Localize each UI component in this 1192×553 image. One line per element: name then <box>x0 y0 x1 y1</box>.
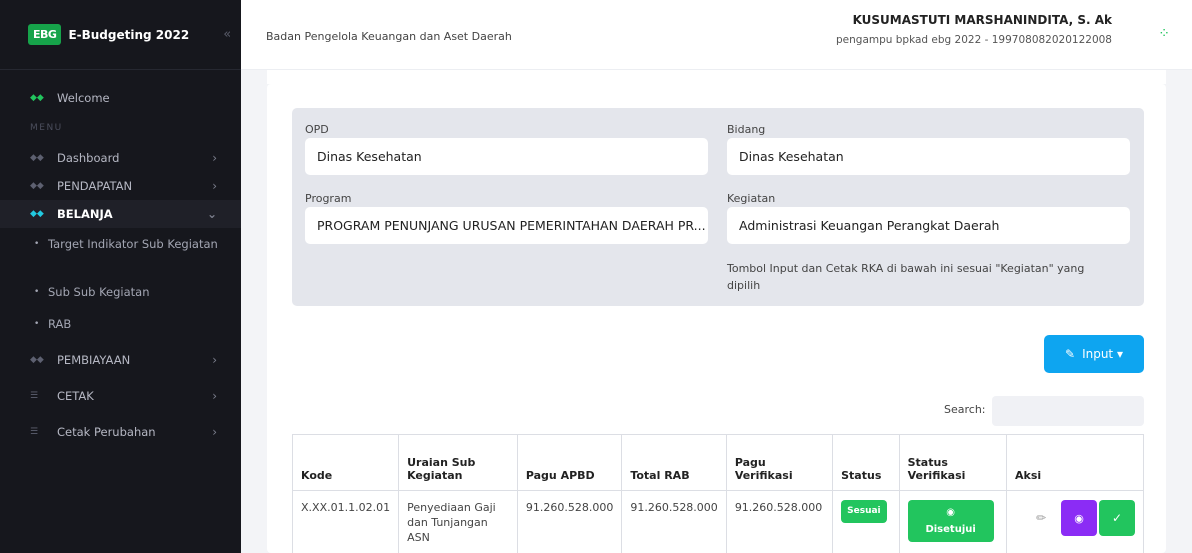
sidebar-item-pendapatan[interactable]: ◆◆ PENDAPATAN › <box>0 172 241 200</box>
program-label: Program <box>305 192 352 205</box>
search-input[interactable] <box>992 396 1144 426</box>
cell-uraian: Penyediaan Gaji dan Tunjangan ASN <box>398 490 518 553</box>
col-kode[interactable]: Kode <box>291 434 400 491</box>
col-uraian[interactable]: Uraian Sub Kegiatan <box>398 434 518 491</box>
app-title: E-Budgeting 2022 <box>68 27 190 42</box>
brand: EBG E-Budgeting 2022 « <box>0 0 241 70</box>
diamond-icon: ◆◆ <box>30 209 44 219</box>
user-menu-icon[interactable]: ⁘ <box>1158 26 1170 42</box>
sidebar-item-label: Welcome <box>57 91 110 105</box>
view-button[interactable]: ◉ <box>1061 500 1097 536</box>
chevron-down-icon: ⌄ <box>206 207 217 221</box>
eye-icon: ◉ <box>1074 511 1084 525</box>
col-status-verifikasi[interactable]: Status Verifikasi <box>898 434 1008 491</box>
col-status[interactable]: Status <box>832 434 900 491</box>
approve-button[interactable]: ✓ <box>1099 500 1135 536</box>
action-group: ✏ ◉ ✓ <box>1015 500 1135 536</box>
sidebar-menu: ◆◆ Welcome MENU ◆◆ Dashboard › ◆◆ PENDAP… <box>0 70 241 446</box>
sidebar-item-label: Dashboard <box>57 151 120 165</box>
sidebar-subitem-rab[interactable]: • RAB <box>0 316 241 342</box>
list-icon: ☰ <box>30 427 39 437</box>
user-info[interactable]: KUSUMASTUTI MARSHANINDITA, S. Ak pengamp… <box>836 13 1112 46</box>
sidebar-item-label: CETAK <box>57 389 94 403</box>
sidebar-item-cetak-perubahan[interactable]: ☰ Cetak Perubahan › <box>0 418 241 446</box>
disetujui-button[interactable]: ◉ Disetujui <box>907 500 994 542</box>
sidebar-subitem-label: Target Indikator Sub Kegiatan <box>48 237 218 251</box>
input-dropdown-button[interactable]: ✎ Input ▾ <box>1044 335 1144 373</box>
pencil-icon[interactable]: ✏ <box>1029 503 1053 533</box>
input-button-label: Input ▾ <box>1082 347 1123 361</box>
table-header-row: Kode Uraian Sub Kegiatan Pagu APBD Total… <box>291 434 1144 491</box>
sidebar-subitem-label: Sub Sub Kegiatan <box>48 285 150 299</box>
cell-pagu-verifikasi: 91.260.528.000 <box>725 490 834 553</box>
user-role: pengampu bpkad ebg 2022 - 19970808202012… <box>836 34 1112 46</box>
chevron-right-icon: › <box>212 389 217 403</box>
diamond-icon: ◆◆ <box>30 181 44 191</box>
chevron-right-icon: › <box>212 151 217 165</box>
collapse-sidebar-icon[interactable]: « <box>223 27 231 42</box>
search-label: Search: <box>944 403 986 416</box>
col-pagu-apbd[interactable]: Pagu APBD <box>516 434 623 491</box>
col-aksi[interactable]: Aksi <box>1006 434 1144 491</box>
status-badge: Sesuai <box>841 500 887 523</box>
sidebar-item-label: BELANJA <box>57 207 113 221</box>
edit-icon: ✎ <box>1065 347 1076 361</box>
eye-icon: ◉ <box>946 507 955 518</box>
diamond-icon: ◆◆ <box>30 93 44 103</box>
cell-status-verifikasi: ◉ Disetujui <box>898 490 1008 553</box>
bullet-icon: • <box>34 239 40 249</box>
organization-name: Badan Pengelola Keuangan dan Aset Daerah <box>266 30 512 43</box>
opd-select[interactable]: Dinas Kesehatan <box>305 138 708 175</box>
sidebar-subitem-target-indikator[interactable]: • Target Indikator Sub Kegiatan <box>0 236 241 276</box>
app-logo: EBG <box>28 24 62 45</box>
sidebar: EBG E-Budgeting 2022 « ◆◆ Welcome MENU ◆… <box>0 0 241 553</box>
kegiatan-select[interactable]: Administrasi Keuangan Perangkat Daerah <box>727 207 1130 244</box>
sidebar-item-pembiayaan[interactable]: ◆◆ PEMBIAYAAN › <box>0 346 241 374</box>
sidebar-item-welcome[interactable]: ◆◆ Welcome <box>0 84 241 112</box>
sidebar-subitem-sub-sub-kegiatan[interactable]: • Sub Sub Kegiatan <box>0 284 241 310</box>
col-pagu-verifikasi[interactable]: Pagu Verifikasi <box>725 434 834 491</box>
kegiatan-label: Kegiatan <box>727 192 776 205</box>
filter-note: Tombol Input dan Cetak RKA di bawah ini … <box>727 262 1085 292</box>
bidang-label: Bidang <box>727 123 766 136</box>
chevron-right-icon: › <box>212 179 217 193</box>
bullet-icon: • <box>34 287 40 297</box>
table-row: X.XX.01.1.02.01 Penyediaan Gaji dan Tunj… <box>291 490 1144 553</box>
cell-total-rab: 91.260.528.000 <box>621 490 727 553</box>
cell-status: Sesuai <box>832 490 900 553</box>
cell-aksi: ✏ ◉ ✓ <box>1006 490 1144 553</box>
sidebar-item-label: PENDAPATAN <box>57 179 133 193</box>
cell-pagu-apbd: 91.260.528.000 <box>516 490 623 553</box>
opd-label: OPD <box>305 123 329 136</box>
list-icon: ☰ <box>30 391 39 401</box>
card-header <box>267 70 1166 84</box>
sidebar-item-dashboard[interactable]: ◆◆ Dashboard › <box>0 144 241 172</box>
diamond-icon: ◆◆ <box>30 153 44 163</box>
chevron-right-icon: › <box>212 353 217 367</box>
disetujui-label: Disetujui <box>925 524 976 535</box>
top-header: Badan Pengelola Keuangan dan Aset Daerah… <box>241 0 1192 70</box>
user-name: KUSUMASTUTI MARSHANINDITA, S. Ak <box>852 13 1112 27</box>
menu-heading: MENU <box>30 123 63 133</box>
bullet-icon: • <box>34 319 40 329</box>
sub-kegiatan-table: Kode Uraian Sub Kegiatan Pagu APBD Total… <box>291 434 1144 553</box>
cell-kode: X.XX.01.1.02.01 <box>291 490 400 553</box>
sidebar-item-belanja[interactable]: ◆◆ BELANJA ⌄ <box>0 200 241 228</box>
sidebar-subitem-label: RAB <box>48 317 72 331</box>
chevron-right-icon: › <box>212 425 217 439</box>
sidebar-item-label: PEMBIAYAAN <box>57 353 131 367</box>
col-total-rab[interactable]: Total RAB <box>621 434 727 491</box>
check-icon: ✓ <box>1111 510 1123 525</box>
sidebar-item-label: Cetak Perubahan <box>57 425 156 439</box>
sidebar-item-cetak[interactable]: ☰ CETAK › <box>0 382 241 410</box>
diamond-icon: ◆◆ <box>30 355 44 365</box>
program-select[interactable]: PROGRAM PENUNJANG URUSAN PEMERINTAHAN DA… <box>305 207 708 244</box>
bidang-select[interactable]: Dinas Kesehatan <box>727 138 1130 175</box>
